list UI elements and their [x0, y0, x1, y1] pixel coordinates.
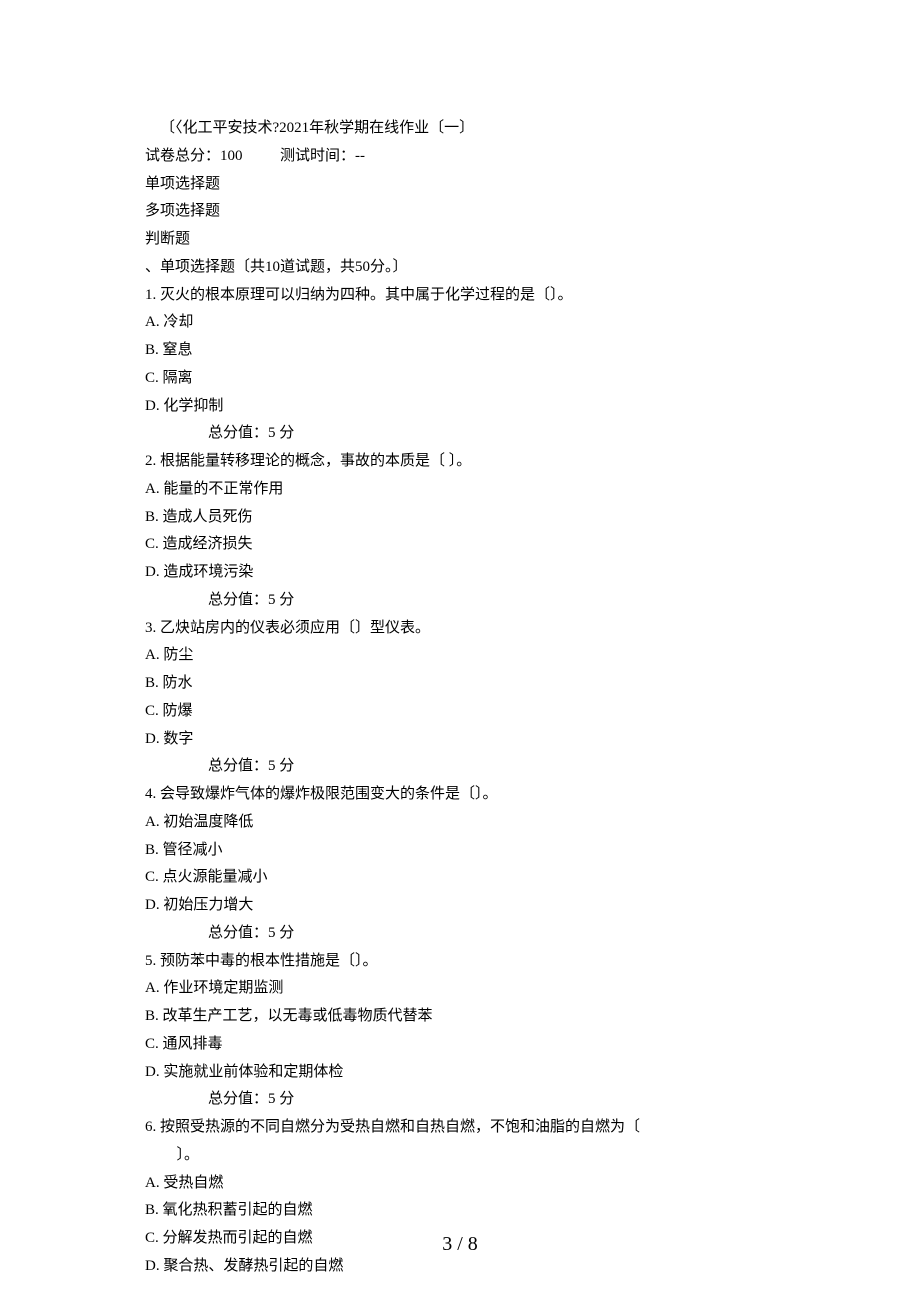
question-score: 总分值：5 分: [145, 587, 775, 615]
section-label-single: 单项选择题: [145, 171, 775, 199]
option-text: 造成经济损失: [163, 536, 253, 552]
option-text: 防尘: [163, 647, 193, 663]
option-label: A.: [145, 314, 160, 330]
option-text: 防爆: [163, 703, 193, 719]
section-label-multi: 多项选择题: [145, 198, 775, 226]
option-a: A. 防尘: [145, 642, 775, 670]
option-text: 隔离: [163, 370, 193, 386]
option-label: B.: [145, 1008, 159, 1024]
option-a: A. 初始温度降低: [145, 809, 775, 837]
question-text: 按照受热源的不同自燃分为受热自燃和自热自燃，不饱和油脂的自燃为〔: [160, 1119, 640, 1135]
option-a: A. 能量的不正常作用: [145, 476, 775, 504]
question-score: 总分值：5 分: [145, 420, 775, 448]
option-c: C. 防爆: [145, 698, 775, 726]
option-text: 初始温度降低: [163, 814, 253, 830]
option-text: 点火源能量减小: [163, 869, 268, 885]
question-number: 6.: [145, 1114, 156, 1142]
option-text: 氧化热积蓄引起的自燃: [163, 1202, 313, 1218]
option-c: C. 通风排毒: [145, 1031, 775, 1059]
option-label: B.: [145, 842, 159, 858]
option-text: 化学抑制: [163, 398, 223, 414]
question-number: 5.: [145, 948, 156, 976]
question-stem: 4. 会导致爆炸气体的爆炸极限范围变大的条件是〔〕。: [145, 781, 775, 809]
question-text: 根据能量转移理论的概念，事故的本质是〔 〕。: [160, 453, 471, 469]
option-text: 防水: [163, 675, 193, 691]
option-text: 数字: [163, 731, 193, 747]
question-number: 3.: [145, 615, 156, 643]
question-text: 灭火的根本原理可以归纳为四种。其中属于化学过程的是〔〕。: [160, 287, 573, 303]
option-text: 造成人员死伤: [163, 509, 253, 525]
option-label: D.: [145, 564, 160, 580]
option-d: D. 初始压力增大: [145, 892, 775, 920]
option-b: B. 防水: [145, 670, 775, 698]
page-number: 3 / 8: [0, 1226, 920, 1263]
option-b: B. 改革生产工艺，以无毒或低毒物质代替苯: [145, 1003, 775, 1031]
option-c: C. 造成经济损失: [145, 531, 775, 559]
option-label: C.: [145, 869, 159, 885]
option-label: C.: [145, 536, 159, 552]
page-content: 〔〈化工平安技术?2021年秋学期在线作业〔一〕 试卷总分：100 测试时间：-…: [0, 0, 920, 1281]
option-label: A.: [145, 647, 160, 663]
option-c: C. 隔离: [145, 365, 775, 393]
question-text: 会导致爆炸气体的爆炸极限范围变大的条件是〔〕。: [160, 786, 498, 802]
question-stem: 3. 乙炔站房内的仪表必须应用〔〕型仪表。: [145, 615, 775, 643]
option-label: B.: [145, 1202, 159, 1218]
option-d: D. 造成环境污染: [145, 559, 775, 587]
option-label: A.: [145, 481, 160, 497]
option-c: C. 点火源能量减小: [145, 864, 775, 892]
option-text: 能量的不正常作用: [163, 481, 283, 497]
option-b: B. 窒息: [145, 337, 775, 365]
option-a: A. 受热自燃: [145, 1170, 775, 1198]
option-text: 窒息: [163, 342, 193, 358]
option-label: C.: [145, 370, 159, 386]
option-d: D. 化学抑制: [145, 393, 775, 421]
option-a: A. 作业环境定期监测: [145, 975, 775, 1003]
section-label-judge: 判断题: [145, 226, 775, 254]
option-label: D.: [145, 398, 160, 414]
option-label: C.: [145, 1036, 159, 1052]
question-stem: 2. 根据能量转移理论的概念，事故的本质是〔 〕。: [145, 448, 775, 476]
option-text: 冷却: [163, 314, 193, 330]
exam-title: 〔〈化工平安技术?2021年秋学期在线作业〔一〕: [145, 115, 775, 143]
question-text: 预防苯中毒的根本性措施是〔〕。: [160, 953, 378, 969]
option-text: 改革生产工艺，以无毒或低毒物质代替苯: [163, 1008, 433, 1024]
option-label: A.: [145, 980, 160, 996]
option-text: 受热自燃: [163, 1175, 223, 1191]
option-label: D.: [145, 1064, 160, 1080]
option-b: B. 造成人员死伤: [145, 504, 775, 532]
question-score: 总分值：5 分: [145, 753, 775, 781]
option-d: D. 数字: [145, 726, 775, 754]
option-b: B. 氧化热积蓄引起的自燃: [145, 1197, 775, 1225]
option-text: 管径减小: [163, 842, 223, 858]
question-stem: 5. 预防苯中毒的根本性措施是〔〕。: [145, 948, 775, 976]
question-stem-cont: 〕。: [145, 1142, 775, 1170]
option-label: C.: [145, 703, 159, 719]
question-text: 乙炔站房内的仪表必须应用〔〕型仪表。: [160, 620, 430, 636]
question-number: 4.: [145, 781, 156, 809]
option-text: 通风排毒: [163, 1036, 223, 1052]
question-stem: 1. 灭火的根本原理可以归纳为四种。其中属于化学过程的是〔〕。: [145, 282, 775, 310]
option-d: D. 实施就业前体验和定期体检: [145, 1059, 775, 1087]
option-label: B.: [145, 675, 159, 691]
option-text: 造成环境污染: [163, 564, 253, 580]
score-time-line: 试卷总分：100 测试时间：--: [145, 143, 775, 171]
question-number: 2.: [145, 448, 156, 476]
question-number: 1.: [145, 282, 156, 310]
option-label: A.: [145, 1175, 160, 1191]
option-text: 作业环境定期监测: [163, 980, 283, 996]
option-label: B.: [145, 509, 159, 525]
option-label: D.: [145, 731, 160, 747]
option-a: A. 冷却: [145, 309, 775, 337]
question-stem: 6. 按照受热源的不同自燃分为受热自燃和自热自燃，不饱和油脂的自燃为〔: [145, 1114, 775, 1142]
option-b: B. 管径减小: [145, 837, 775, 865]
option-text: 实施就业前体验和定期体检: [163, 1064, 343, 1080]
section1-header: 、单项选择题〔共10道试题，共50分。〕: [145, 254, 775, 282]
option-text: 初始压力增大: [163, 897, 253, 913]
option-label: A.: [145, 814, 160, 830]
option-label: B.: [145, 342, 159, 358]
option-label: D.: [145, 897, 160, 913]
question-score: 总分值：5 分: [145, 1086, 775, 1114]
question-score: 总分值：5 分: [145, 920, 775, 948]
